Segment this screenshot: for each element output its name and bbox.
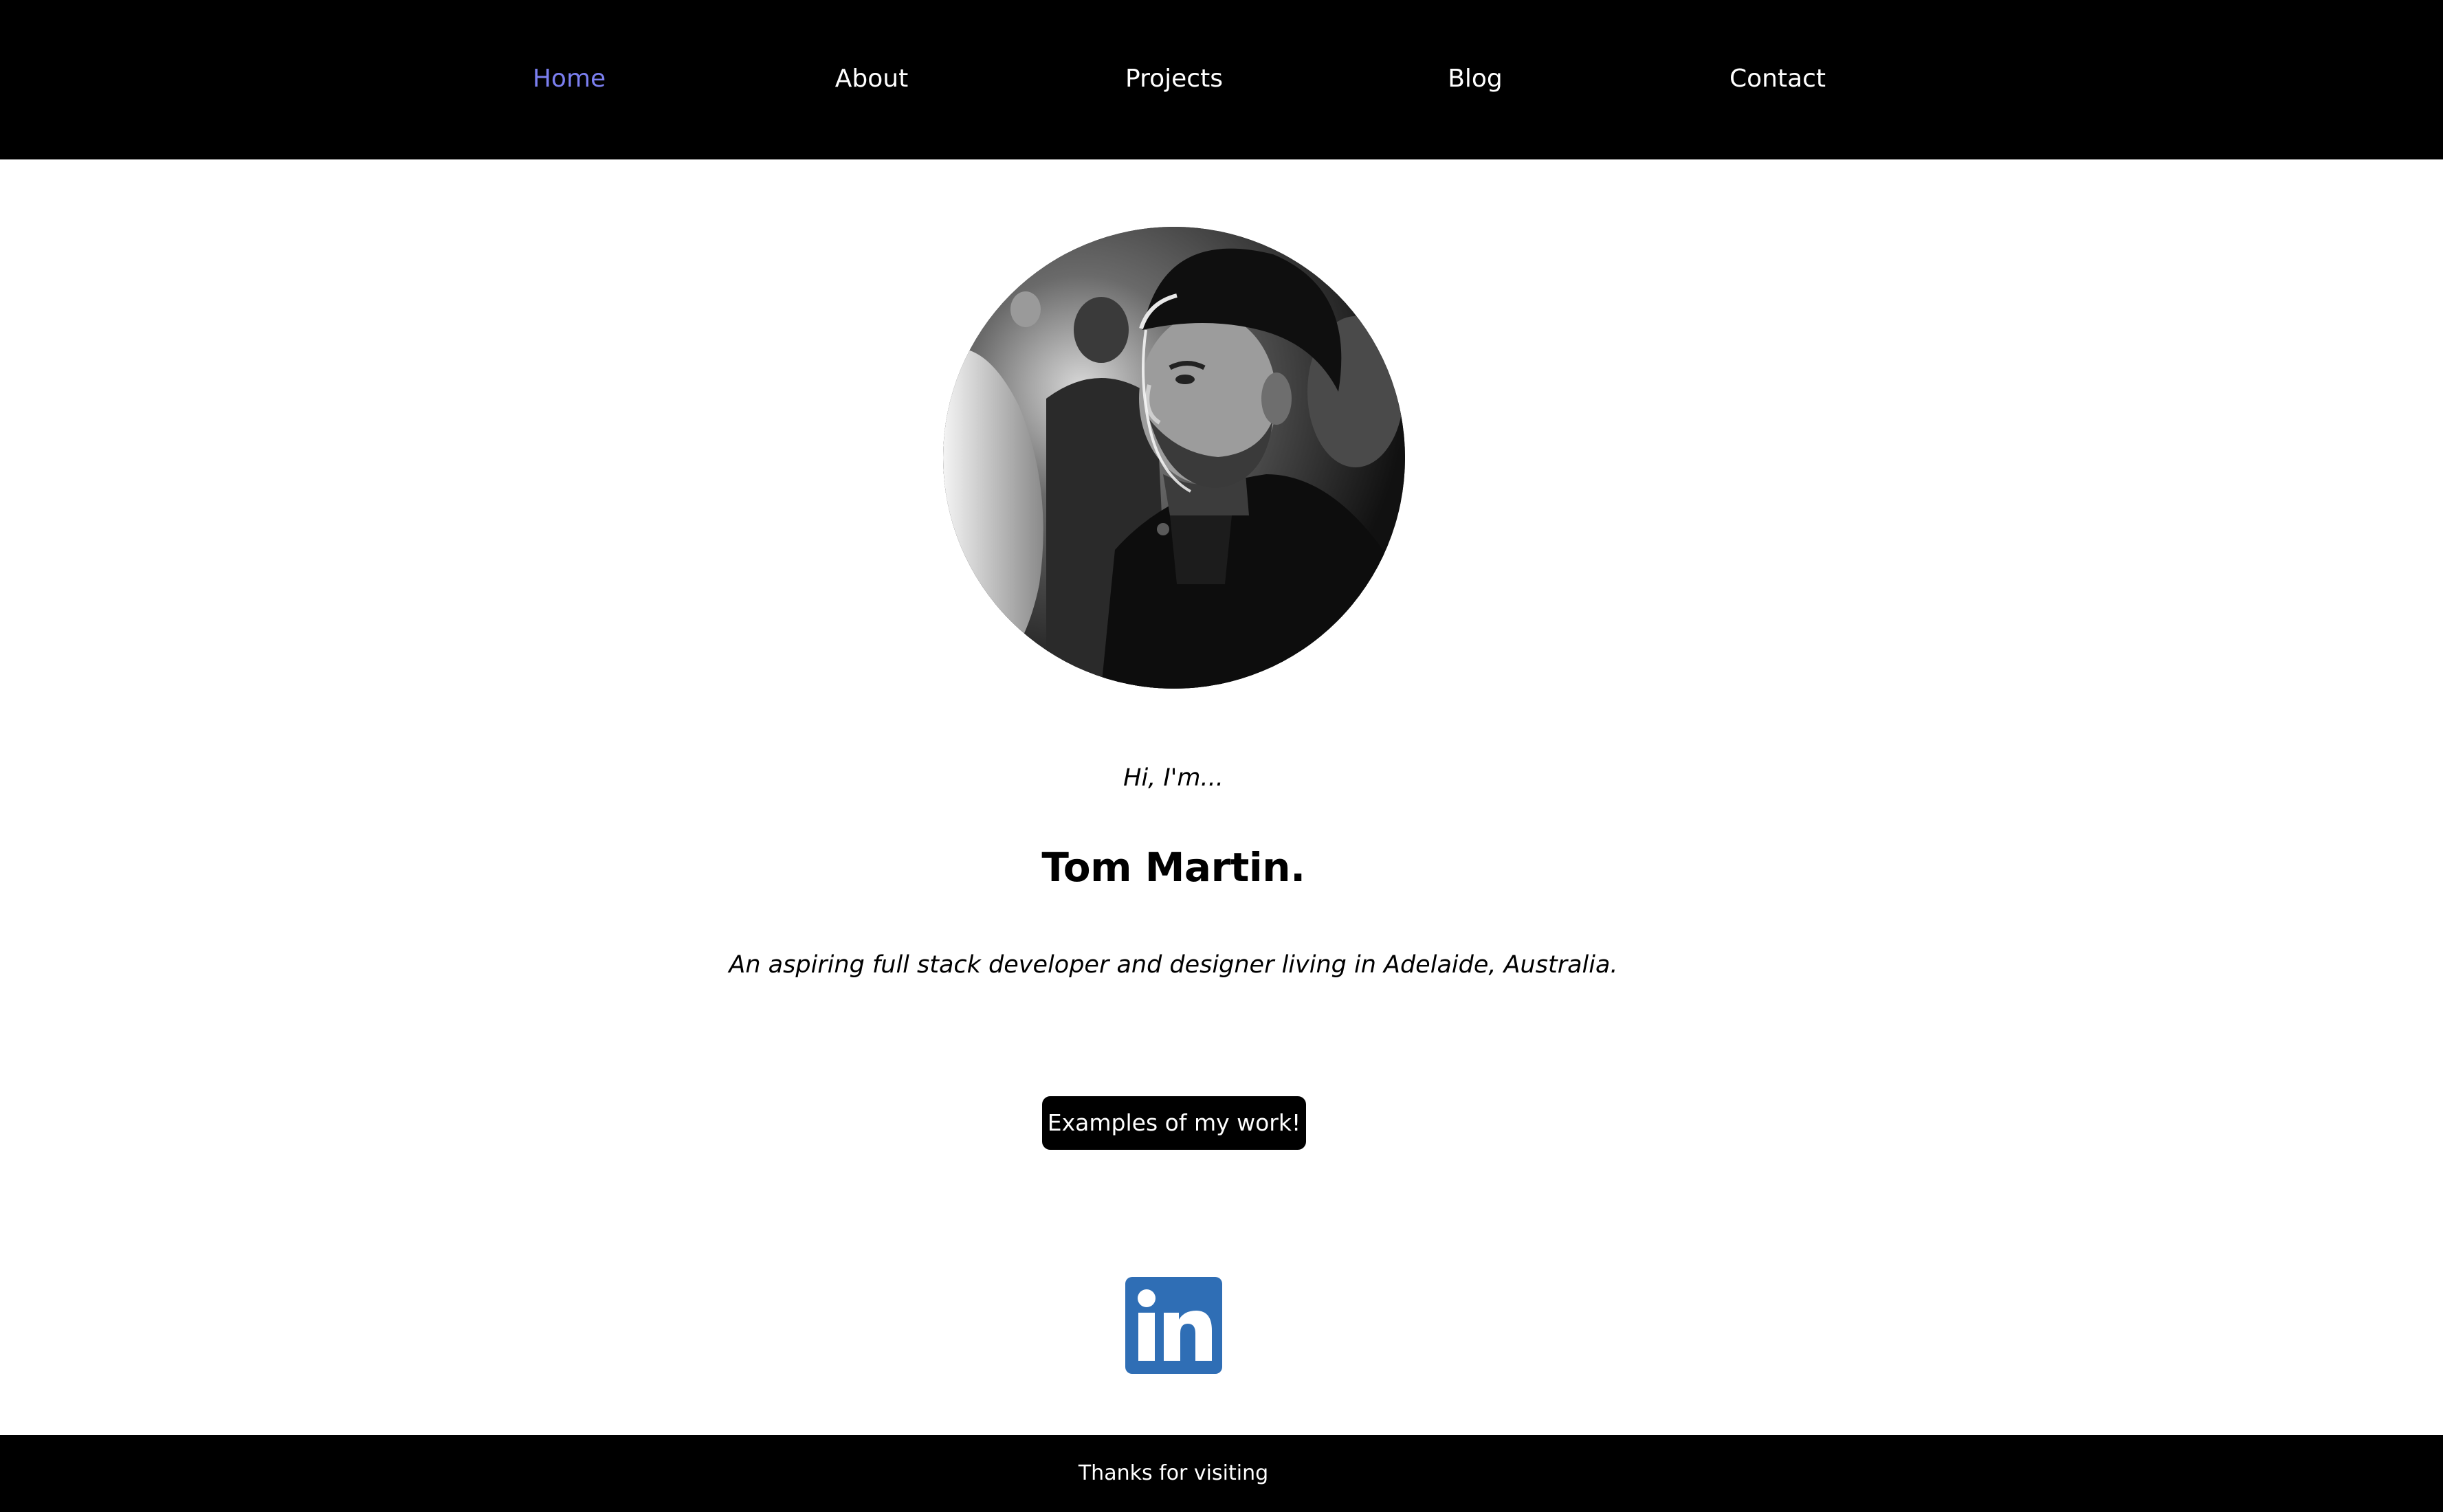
hero-tagline: An aspiring full stack developer and des… [729, 951, 1618, 979]
greeting-text: Hi, I'm... [1123, 764, 1224, 792]
profile-photo [943, 227, 1405, 689]
nav-home-link[interactable]: Home [418, 41, 720, 117]
examples-of-work-button[interactable]: Examples of my work! [1042, 1096, 1306, 1150]
top-navbar: Home About Projects Blog Contact [0, 0, 2443, 159]
hero-name: Tom Martin. [1041, 844, 1305, 891]
nav-contact-link[interactable]: Contact [1626, 41, 1929, 117]
nav-projects-link[interactable]: Projects [1023, 41, 1325, 117]
page: Home About Projects Blog Contact Hi, I'm… [0, 0, 2443, 1512]
nav-about-link[interactable]: About [720, 41, 1023, 117]
linkedin-link[interactable] [1125, 1277, 1222, 1374]
linkedin-icon [1125, 1277, 1222, 1374]
footer-text: Thanks for visiting [1078, 1461, 1269, 1485]
profile-avatar [943, 227, 1405, 689]
nav-blog-link[interactable]: Blog [1324, 41, 1626, 117]
footer: Thanks for visiting [0, 1435, 2443, 1512]
